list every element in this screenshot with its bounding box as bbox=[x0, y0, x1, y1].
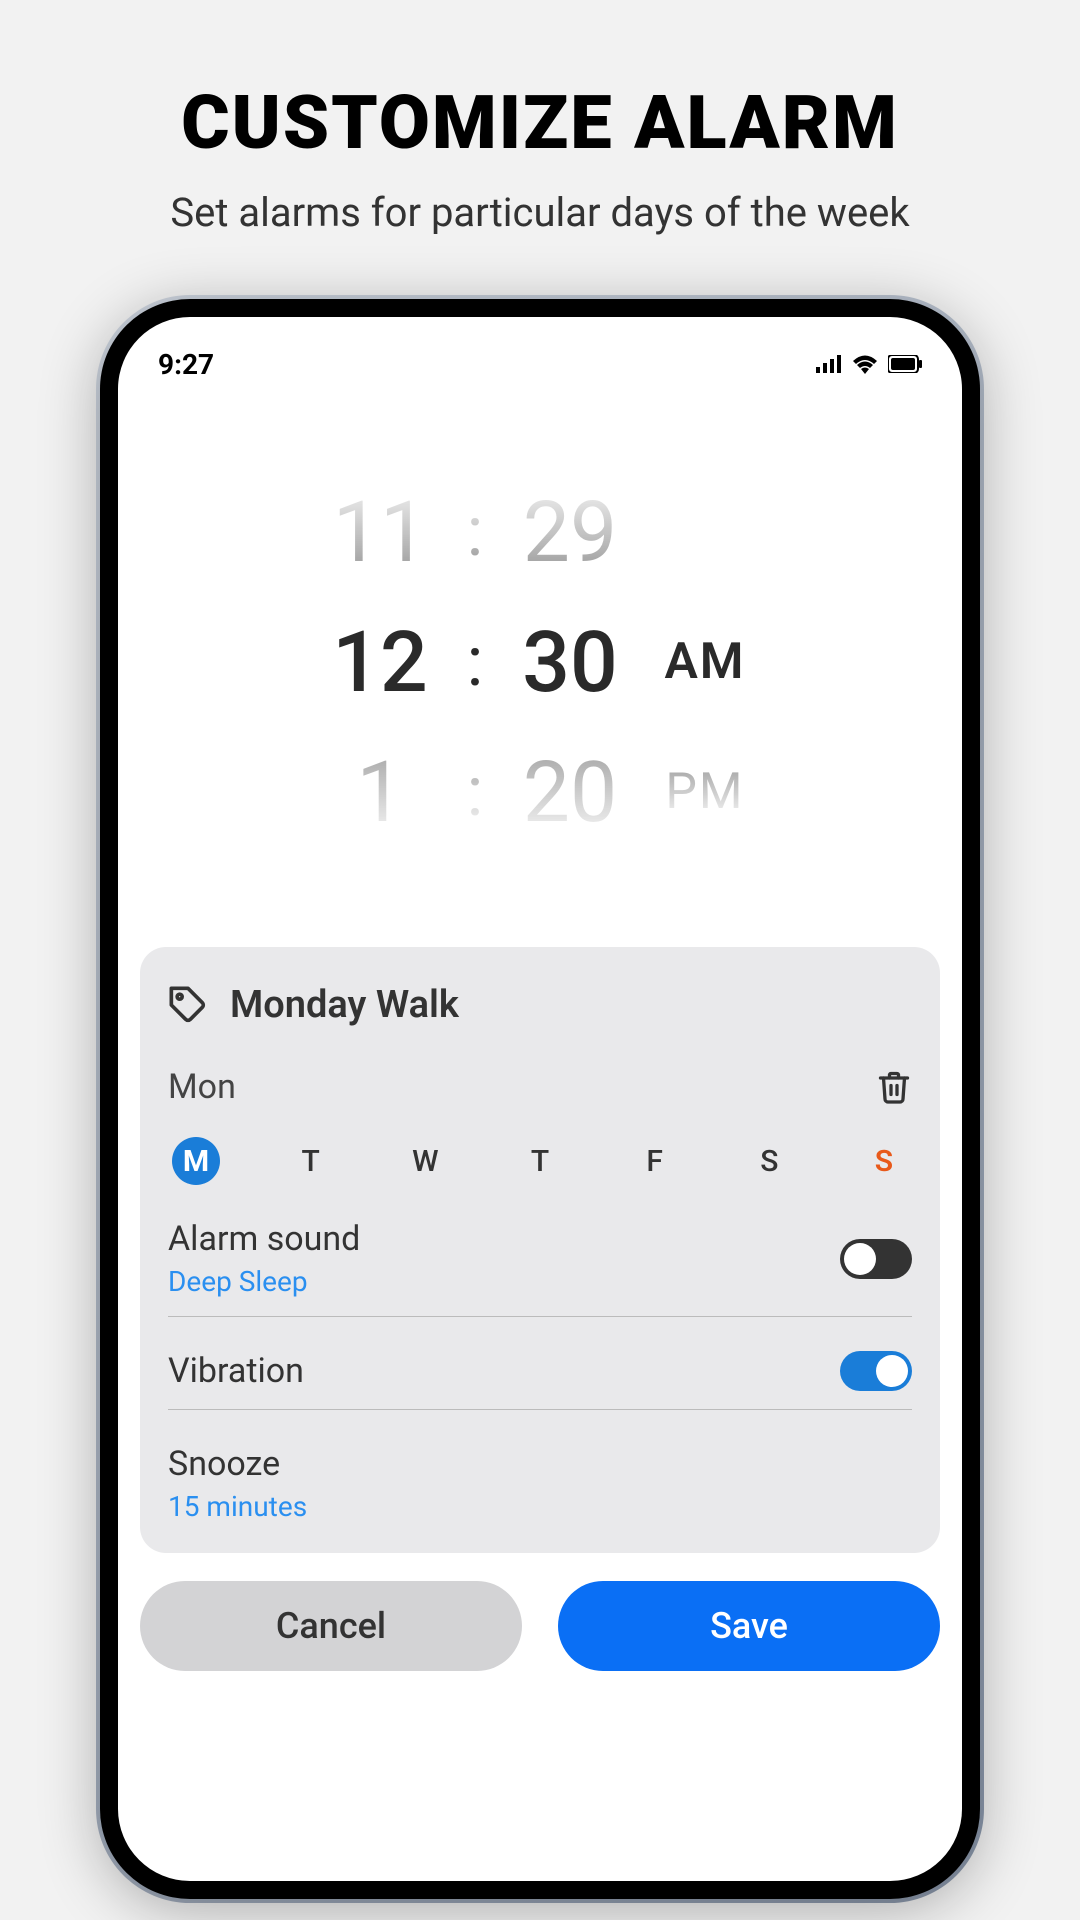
picker-next-ampm: PM bbox=[640, 763, 770, 821]
tag-icon bbox=[168, 985, 208, 1025]
cancel-button[interactable]: Cancel bbox=[140, 1581, 522, 1671]
cellular-icon bbox=[816, 355, 842, 373]
wifi-icon bbox=[852, 354, 878, 374]
alarm-sound-label: Alarm sound bbox=[168, 1219, 840, 1259]
trash-icon[interactable] bbox=[876, 1069, 912, 1105]
alarm-settings-card: Monday Walk Mon M T W T F S S Alarm sound Deep… bbox=[140, 947, 940, 1553]
snooze-value: 15 minutes bbox=[168, 1490, 912, 1523]
vibration-toggle[interactable] bbox=[840, 1351, 912, 1391]
status-time: 9:27 bbox=[158, 348, 214, 381]
snooze-row[interactable]: Snooze 15 minutes bbox=[168, 1444, 912, 1523]
phone-screen: 9:27 11 : 29 12 : bbox=[118, 317, 962, 1881]
days-selector: MTWTFSS bbox=[168, 1137, 912, 1185]
picker-minute[interactable]: 30 bbox=[500, 613, 640, 712]
alarm-name-row[interactable]: Monday Walk bbox=[168, 983, 912, 1027]
picker-row-prev[interactable]: 11 : 29 bbox=[118, 467, 962, 597]
day-button-1[interactable]: T bbox=[287, 1137, 335, 1185]
picker-row-next[interactable]: 1 : 20 PM bbox=[118, 727, 962, 857]
snooze-label: Snooze bbox=[168, 1444, 912, 1484]
day-button-3[interactable]: T bbox=[516, 1137, 564, 1185]
status-bar: 9:27 bbox=[118, 317, 962, 387]
alarm-name: Monday Walk bbox=[230, 983, 459, 1027]
picker-separator: : bbox=[450, 491, 500, 573]
picker-row-current[interactable]: 12 : 30 AM bbox=[118, 597, 962, 727]
alarm-sound-row[interactable]: Alarm sound Deep Sleep bbox=[168, 1219, 912, 1317]
picker-separator: : bbox=[450, 751, 500, 833]
promo-subtitle: Set alarms for particular days of the we… bbox=[0, 187, 1080, 239]
action-buttons: Cancel Save bbox=[140, 1581, 940, 1671]
alarm-sound-value: Deep Sleep bbox=[168, 1265, 840, 1298]
day-button-6[interactable]: S bbox=[860, 1137, 908, 1185]
battery-icon bbox=[888, 355, 922, 373]
day-button-0[interactable]: M bbox=[172, 1137, 220, 1185]
vibration-row[interactable]: Vibration bbox=[168, 1351, 912, 1410]
phone-frame: 9:27 11 : 29 12 : bbox=[100, 299, 980, 1899]
selected-day-label: Mon bbox=[168, 1067, 236, 1107]
picker-next-hour: 1 bbox=[310, 743, 450, 842]
day-button-4[interactable]: F bbox=[631, 1137, 679, 1185]
picker-ampm[interactable]: AM bbox=[640, 633, 770, 691]
save-button[interactable]: Save bbox=[558, 1581, 940, 1671]
vibration-label: Vibration bbox=[168, 1351, 840, 1391]
promo-title: CUSTOMIZE ALARM bbox=[0, 80, 1080, 167]
picker-prev-hour: 11 bbox=[310, 483, 450, 582]
picker-separator: : bbox=[450, 621, 500, 703]
day-button-2[interactable]: W bbox=[401, 1137, 449, 1185]
time-picker[interactable]: 11 : 29 12 : 30 AM 1 : 20 PM bbox=[118, 467, 962, 887]
status-icons bbox=[816, 354, 922, 374]
alarm-sound-toggle[interactable] bbox=[840, 1239, 912, 1279]
day-button-5[interactable]: S bbox=[745, 1137, 793, 1185]
picker-prev-minute: 29 bbox=[500, 483, 640, 582]
picker-hour[interactable]: 12 bbox=[310, 613, 450, 712]
picker-next-minute: 20 bbox=[500, 743, 640, 842]
